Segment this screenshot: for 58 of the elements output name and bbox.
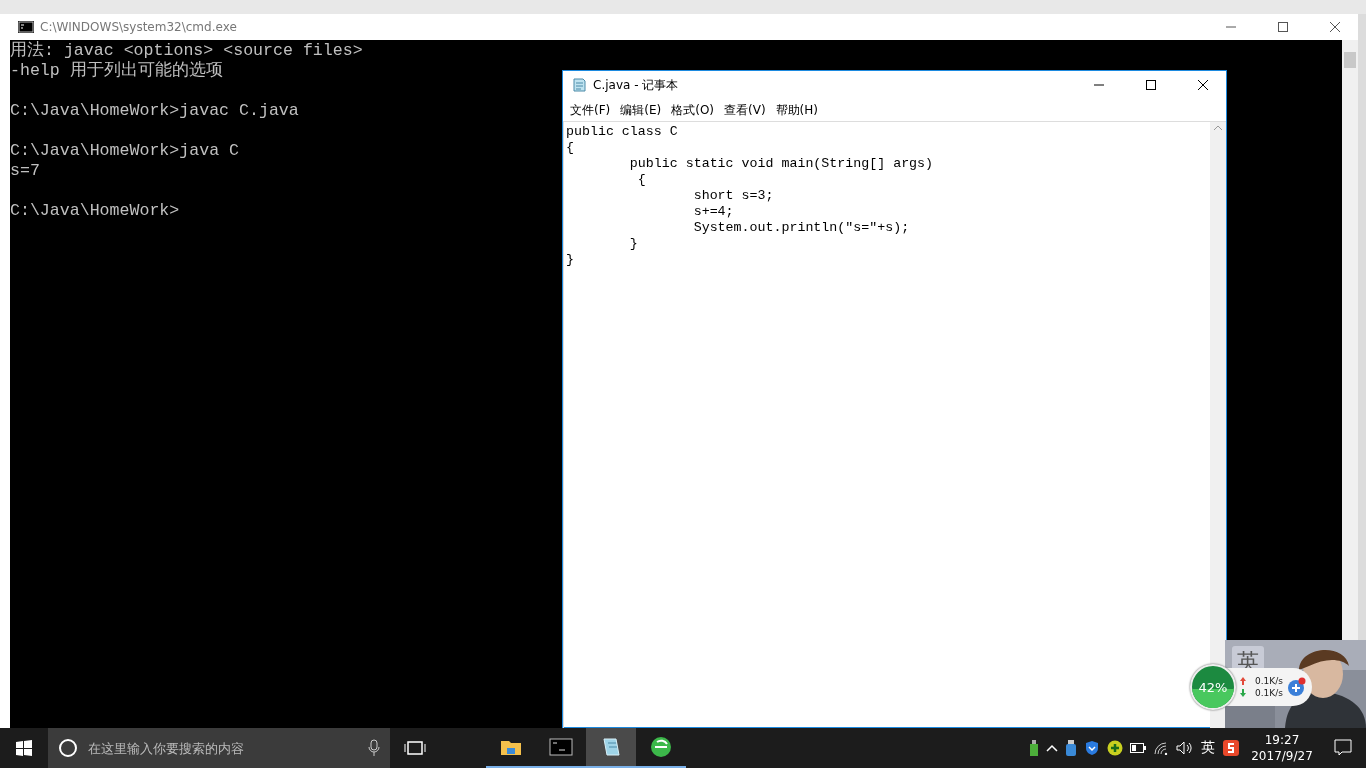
- menu-item[interactable]: 格式(O): [666, 99, 720, 121]
- task-view-icon: [404, 740, 426, 756]
- minimize-icon: [1226, 26, 1236, 28]
- usb-drive-icon[interactable]: [1029, 740, 1039, 756]
- code-line: }: [628, 236, 639, 252]
- arrow-up-icon: [1240, 677, 1246, 685]
- upload-speed: 0.1K/s: [1255, 676, 1283, 686]
- console-line: C:\Java\HomeWork>java C: [10, 141, 240, 161]
- menu-item[interactable]: 查看(V): [719, 99, 771, 121]
- plus-icon[interactable]: [1286, 677, 1307, 697]
- terminal-icon: [18, 21, 34, 33]
- shield-icon[interactable]: [1084, 740, 1100, 756]
- usb-drive-icon[interactable]: [1065, 740, 1077, 756]
- menu-item[interactable]: 编辑(E): [615, 99, 667, 121]
- circle-icon: [58, 738, 78, 758]
- code-line: public class C: [566, 124, 679, 140]
- arrow-down-icon: [1240, 689, 1246, 697]
- caret-up-icon: [1213, 125, 1223, 131]
- search-field[interactable]: 在这里输入你要搜索的内容: [86, 739, 360, 757]
- taskbar-app[interactable]: [586, 728, 636, 768]
- search-bar[interactable]: 在这里输入你要搜索的内容: [48, 728, 390, 768]
- menu-item[interactable]: 文件(F): [565, 99, 616, 121]
- code-line: {: [566, 140, 575, 156]
- code-line: public static void main(String[] args): [628, 156, 935, 172]
- caret-up-icon[interactable]: [1046, 744, 1058, 752]
- minimize-icon: [1094, 84, 1104, 86]
- plus-circle-icon[interactable]: [1107, 740, 1123, 756]
- code-line: {: [636, 172, 647, 188]
- speech-bubble-icon: [1334, 739, 1352, 757]
- console-line: -help 用于列出可能的选项: [10, 61, 223, 81]
- speaker-icon[interactable]: [1176, 741, 1194, 755]
- input-method-button[interactable]: 英: [1201, 739, 1215, 757]
- battery-icon[interactable]: [1130, 743, 1146, 753]
- menu-item[interactable]: 帮助(H): [770, 99, 823, 121]
- console-line: C:\Java\HomeWork>javac C.java: [10, 101, 299, 121]
- window-title: C:\WINDOWS\system32\cmd.exe: [40, 20, 237, 34]
- scrollbar[interactable]: [1342, 40, 1358, 640]
- wifi-icon[interactable]: [1153, 741, 1169, 755]
- terminal-icon: [549, 735, 573, 759]
- browser-icon: [649, 735, 673, 759]
- notepad-icon: [571, 77, 587, 93]
- close-icon: [1198, 80, 1208, 90]
- console-line: s=7: [10, 161, 40, 181]
- clock[interactable]: 19:27 2017/9/27: [1244, 728, 1320, 768]
- sogou-icon[interactable]: [1222, 739, 1240, 757]
- close-icon: [1330, 22, 1340, 32]
- code-line: System.out.println("s="+s);: [692, 220, 911, 236]
- windows-icon: [16, 740, 32, 756]
- download-speed: 0.1K/s: [1255, 688, 1283, 698]
- code-line: s+=4;: [692, 204, 735, 220]
- window-title: C.java - 记事本: [593, 76, 679, 94]
- code-line: }: [566, 252, 575, 268]
- maximize-icon: [1146, 80, 1156, 90]
- microphone-icon: [368, 739, 380, 757]
- code-line: short s=3;: [692, 188, 775, 204]
- console-line: C:\Java\HomeWork>: [10, 201, 180, 221]
- maximize-icon: [1278, 22, 1288, 32]
- console-line: 用法: javac <options> <source files>: [10, 41, 363, 61]
